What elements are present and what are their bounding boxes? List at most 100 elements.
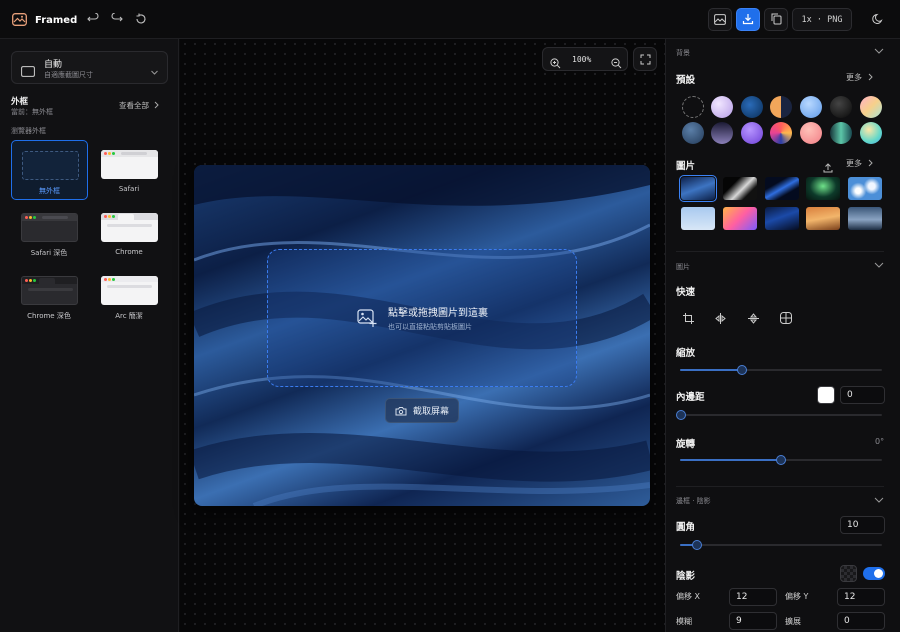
swatch-none[interactable] <box>682 96 704 118</box>
preset-more-link[interactable]: 更多 <box>846 72 874 83</box>
swatch-teal[interactable] <box>830 122 852 144</box>
size-select[interactable]: 自動 自適應截圖尺寸 <box>11 51 168 84</box>
quick-title: 快速 <box>676 287 696 298</box>
offset-y-label: 偏移 Y <box>785 592 809 601</box>
frame-label: Safari 深色 <box>30 249 68 257</box>
swatch-mint[interactable] <box>860 122 882 144</box>
drop-subtitle: 也可以直接粘貼剪貼板圖片 <box>388 323 472 331</box>
preset-more-label: 更多 <box>846 73 862 82</box>
swatch-dusk[interactable] <box>711 122 733 144</box>
image-thumb-dark-wave[interactable] <box>723 177 757 200</box>
image-thumb-mountains[interactable] <box>848 207 882 230</box>
chrome-dark-preview <box>21 276 78 305</box>
download-button[interactable] <box>736 8 760 31</box>
swatch-steel[interactable] <box>682 122 704 144</box>
top-bar: Framed 1x · PNG <box>0 0 900 39</box>
frame-label: Arc 簡潔 <box>115 312 143 320</box>
image-thumb-sky[interactable] <box>681 207 715 230</box>
fullscreen-button[interactable] <box>633 47 657 71</box>
fullscreen-icon <box>640 50 651 69</box>
copy-button[interactable] <box>764 8 788 31</box>
images-more-label: 更多 <box>846 159 862 168</box>
padding-title: 內邊距 <box>676 392 705 403</box>
shadow-pattern-button[interactable] <box>840 565 857 582</box>
frame-tile-safari-dark[interactable]: Safari 深色 <box>11 203 88 263</box>
image-export-button[interactable] <box>708 8 732 31</box>
swatch-lavender[interactable] <box>711 96 733 118</box>
chevron-right-icon <box>153 101 160 111</box>
shadow-toggle-knob <box>874 569 883 578</box>
rotate-slider[interactable] <box>680 455 882 465</box>
padding-color-swatch[interactable] <box>817 386 835 404</box>
preset-title: 預設 <box>676 75 696 86</box>
spread-input[interactable]: 0 <box>837 612 885 630</box>
offset-x-input[interactable]: 12 <box>729 588 777 606</box>
image-thumb-clouds[interactable] <box>848 177 882 200</box>
image-thumb-gradient[interactable] <box>723 207 757 230</box>
image-thumb-blue-silk[interactable] <box>679 175 717 202</box>
radius-input[interactable]: 10 <box>840 516 885 534</box>
frame-tile-safari[interactable]: Safari <box>91 140 168 200</box>
swatch-navy[interactable] <box>741 96 763 118</box>
export-format-select[interactable]: 1x · PNG <box>792 8 852 31</box>
radius-slider[interactable] <box>680 540 882 550</box>
view-all-link[interactable]: 查看全部 <box>119 100 160 111</box>
image-thumb-aurora[interactable] <box>806 177 840 200</box>
rotate-slider-knob[interactable] <box>776 455 786 465</box>
capture-label: 截取屏幕 <box>412 407 449 417</box>
frame-tile-none[interactable]: 無外框 <box>11 140 88 200</box>
shadow-title: 陰影 <box>676 571 696 582</box>
undo-icon[interactable] <box>86 12 100 26</box>
swatch-violet[interactable] <box>741 122 763 144</box>
crop-icon[interactable] <box>683 309 694 328</box>
border-section-title: 邊框 · 陰影 <box>676 497 711 505</box>
chevron-down-icon[interactable] <box>874 496 884 507</box>
swatch-prism[interactable] <box>770 122 792 144</box>
image-thumb-desert[interactable] <box>806 207 840 230</box>
flip-horizontal-icon[interactable] <box>715 309 726 328</box>
reset-icon[interactable] <box>134 12 148 26</box>
center-icon[interactable] <box>780 309 792 328</box>
swatch-sky[interactable] <box>800 96 822 118</box>
swatch-black[interactable] <box>830 96 852 118</box>
padding-slider-knob[interactable] <box>676 410 686 420</box>
add-image-icon <box>357 309 377 332</box>
blur-input[interactable]: 9 <box>729 612 777 630</box>
size-select-subtitle: 自適應截圖尺寸 <box>44 71 93 79</box>
chevron-down-icon[interactable] <box>874 261 884 272</box>
redo-icon[interactable] <box>110 12 124 26</box>
view-all-label: 查看全部 <box>119 101 149 110</box>
browser-frames-label: 瀏覽器外框 <box>11 127 46 135</box>
swatch-pastel[interactable] <box>860 96 882 118</box>
image-icon <box>714 10 726 29</box>
chevron-down-icon[interactable] <box>874 47 884 58</box>
image-thumb-night-city[interactable] <box>765 207 799 230</box>
swatch-sunset-split[interactable] <box>770 96 792 118</box>
flip-vertical-icon[interactable] <box>748 309 759 328</box>
swatch-peach[interactable] <box>800 122 822 144</box>
radius-slider-knob[interactable] <box>692 540 702 550</box>
frame-current: 當前：無外框 <box>11 108 53 116</box>
padding-slider[interactable] <box>676 410 882 420</box>
shadow-toggle[interactable] <box>863 567 885 580</box>
zoom-out-icon[interactable] <box>611 54 622 73</box>
images-more-link[interactable]: 更多 <box>846 158 874 169</box>
frame-tile-chrome[interactable]: Chrome <box>91 203 168 263</box>
chevron-down-icon <box>150 62 159 81</box>
drop-zone[interactable]: 點擊或拖拽圖片到這裏 也可以直接粘貼剪貼板圖片 <box>267 249 577 387</box>
scale-slider-knob[interactable] <box>737 365 747 375</box>
arc-preview <box>101 276 158 305</box>
upload-icon[interactable] <box>823 158 833 177</box>
moon-icon[interactable] <box>871 12 885 26</box>
images-title: 圖片 <box>676 161 696 172</box>
frame-tile-arc[interactable]: Arc 簡潔 <box>91 266 168 326</box>
frame-tile-chrome-dark[interactable]: Chrome 深色 <box>11 266 88 326</box>
zoom-in-icon[interactable] <box>550 54 561 73</box>
scale-slider[interactable] <box>680 365 882 375</box>
image-thumb-blue-ribbon[interactable] <box>765 177 799 200</box>
chevron-right-icon <box>867 159 874 169</box>
image-section-title: 圖片 <box>676 263 690 271</box>
offset-y-input[interactable]: 12 <box>837 588 885 606</box>
capture-screen-button[interactable]: 截取屏幕 <box>385 398 459 423</box>
padding-input[interactable]: 0 <box>840 386 885 404</box>
